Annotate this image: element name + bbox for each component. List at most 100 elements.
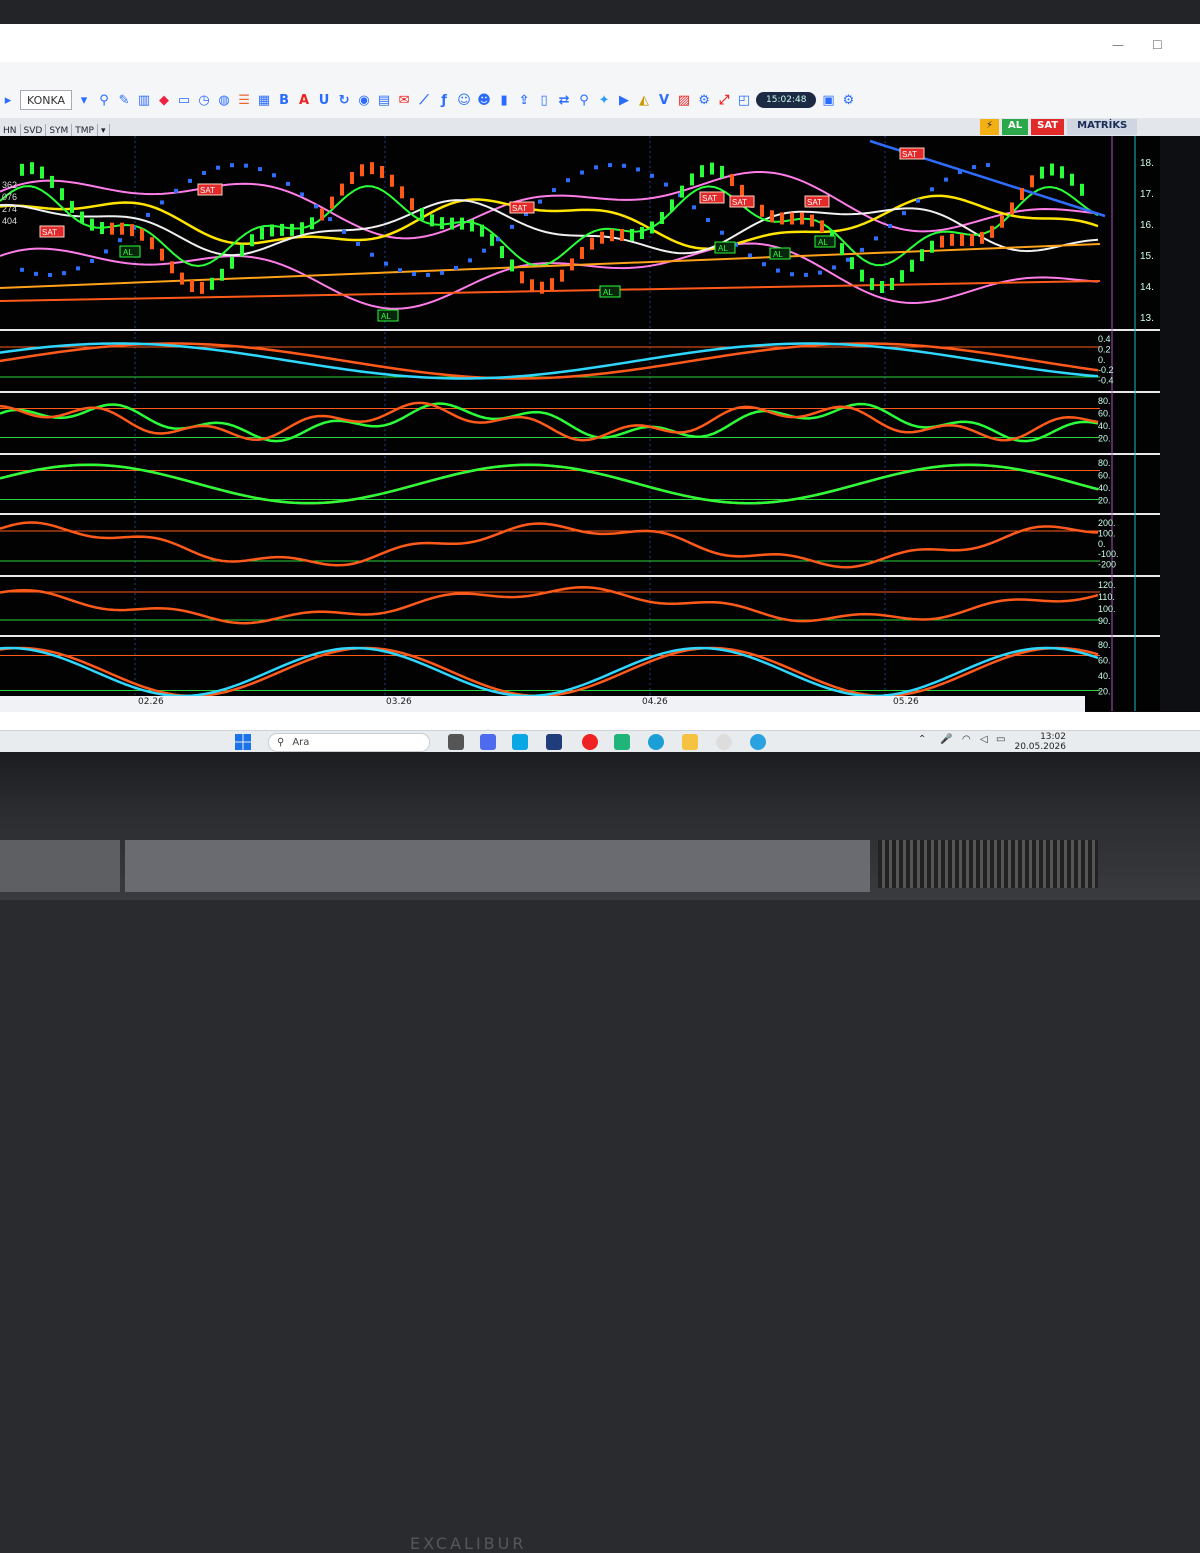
technical-chart[interactable]: SAT SAT SAT SAT SAT SAT SAT AL AL AL AL AL AL 18. 17. 1…	[0, 136, 1160, 711]
battery-icon[interactable]: ▮	[496, 92, 512, 108]
lightning-icon[interactable]: ⚡	[980, 119, 1000, 135]
arrow-icon[interactable]: ▸	[0, 92, 16, 108]
globe-icon[interactable]: ◍	[216, 92, 232, 108]
list-icon[interactable]: ☰	[236, 92, 252, 108]
formula-icon[interactable]: ƒ	[436, 92, 452, 108]
sar-dot	[664, 182, 668, 187]
telegram-icon[interactable]	[750, 734, 766, 750]
sar-dot	[622, 163, 626, 168]
minimize-icon[interactable]: —	[1112, 38, 1124, 52]
candle	[340, 183, 344, 196]
sar-dot	[76, 266, 80, 271]
sar-dot	[258, 167, 262, 172]
clock-icon[interactable]: ◷	[196, 92, 212, 108]
buy-signal-button[interactable]: AL	[1002, 119, 1029, 135]
app-icon[interactable]	[614, 734, 630, 750]
sar-dot	[874, 236, 878, 241]
sar-dot	[48, 272, 52, 277]
chat-icon[interactable]	[716, 734, 732, 750]
window-icon[interactable]: ◰	[736, 92, 752, 108]
sar-dot	[174, 188, 178, 193]
v-icon[interactable]: V	[656, 92, 672, 108]
bag-icon[interactable]: ◭	[636, 92, 652, 108]
bar-chart-icon[interactable]: ▥	[136, 92, 152, 108]
upload-icon[interactable]: ⇪	[516, 92, 532, 108]
sar-dot	[90, 259, 94, 264]
candle	[220, 268, 224, 281]
sar-dot	[538, 199, 542, 204]
underline-button[interactable]: U	[316, 92, 332, 108]
refresh-icon[interactable]: ↻	[336, 92, 352, 108]
pdf-icon[interactable]: ▨	[676, 92, 692, 108]
taskbar-clock[interactable]: 13:02 20.05.2026	[1010, 732, 1066, 752]
folder-icon[interactable]	[682, 734, 698, 750]
twitter-icon[interactable]: ✦	[596, 92, 612, 108]
laptop-vent	[878, 840, 1098, 888]
sar-dot	[412, 272, 416, 277]
sar-dot	[496, 237, 500, 242]
clock-time: 13:02	[1040, 732, 1066, 742]
sar-dot	[832, 265, 836, 270]
windows-start-icon[interactable]	[235, 734, 251, 750]
taskbar-search[interactable]: ⚲ Ara	[268, 733, 430, 752]
bold-button[interactable]: B	[276, 92, 292, 108]
candle	[720, 165, 724, 178]
candle	[410, 198, 414, 211]
candle	[120, 222, 124, 235]
candle	[320, 208, 324, 221]
play-icon[interactable]: ▶	[616, 92, 632, 108]
text-color-button[interactable]: A	[296, 92, 312, 108]
chevron-down-icon[interactable]: ▾	[76, 92, 92, 108]
monitor-icon[interactable]: ▭	[176, 92, 192, 108]
sell-signal-button[interactable]: SAT	[1031, 119, 1065, 135]
sar-dot	[146, 212, 150, 217]
candle	[70, 200, 74, 213]
signal-bar: ⚡ AL SAT MATRİKS	[980, 119, 1138, 135]
gear-icon[interactable]: ⚙	[840, 92, 856, 108]
candle	[650, 221, 654, 234]
right-scrollbar[interactable]	[1160, 136, 1200, 711]
users-icon[interactable]: ☻	[476, 92, 492, 108]
edge-icon[interactable]	[648, 734, 664, 750]
symbol-combo[interactable]: KONKA	[20, 90, 73, 110]
opera-icon[interactable]	[582, 734, 598, 750]
magnifier-icon[interactable]: ⚲	[576, 92, 592, 108]
copilot-icon[interactable]	[512, 734, 528, 750]
wifi-icon[interactable]: ◠	[962, 734, 971, 745]
candle	[1010, 202, 1014, 215]
chevron-up-icon[interactable]: ⌃	[918, 734, 926, 745]
sar-dot	[482, 248, 486, 253]
sar-dot	[62, 271, 66, 276]
candle	[440, 217, 444, 230]
cube-icon[interactable]: ◆	[156, 92, 172, 108]
tool-icon[interactable]: ✎	[116, 92, 132, 108]
chart-area[interactable]: SAT SAT SAT SAT SAT SAT SAT AL AL AL AL AL AL 18. 17. 1…	[0, 136, 1160, 711]
oscillator-axis-label: 0.	[1098, 355, 1106, 365]
news-icon[interactable]: ▤	[376, 92, 392, 108]
alert-icon[interactable]: ◉	[356, 92, 372, 108]
task-view-icon[interactable]	[448, 734, 464, 750]
resize-icon[interactable]: ⤢	[716, 92, 732, 108]
sar-dot	[902, 211, 906, 216]
exchange-icon[interactable]: ⇄	[556, 92, 572, 108]
oscillator-axis-label: 200.	[1098, 518, 1116, 528]
teams-icon[interactable]	[480, 734, 496, 750]
document-icon[interactable]: ▯	[536, 92, 552, 108]
matriks-app-icon[interactable]	[546, 734, 562, 750]
volume-icon[interactable]: ◁	[980, 734, 988, 745]
battery-icon[interactable]: ▭	[996, 734, 1005, 745]
candle	[1060, 166, 1064, 179]
calendar-icon[interactable]: ▣	[820, 92, 836, 108]
line-chart-icon[interactable]: ⟋	[416, 92, 432, 108]
sar-dot	[720, 230, 724, 235]
sell-marker-label: SAT	[702, 194, 717, 203]
search-icon[interactable]: ⚲	[96, 92, 112, 108]
candle	[970, 234, 974, 247]
mail-icon[interactable]: ✉	[396, 92, 412, 108]
price-axis-label: 16.	[1140, 220, 1154, 231]
microphone-icon[interactable]: 🎤	[940, 734, 952, 745]
grid-icon[interactable]: ▦	[256, 92, 272, 108]
settings-icon[interactable]: ⚙	[696, 92, 712, 108]
maximize-icon[interactable]: ☐	[1152, 38, 1163, 52]
user-icon[interactable]: ☺	[456, 92, 472, 108]
